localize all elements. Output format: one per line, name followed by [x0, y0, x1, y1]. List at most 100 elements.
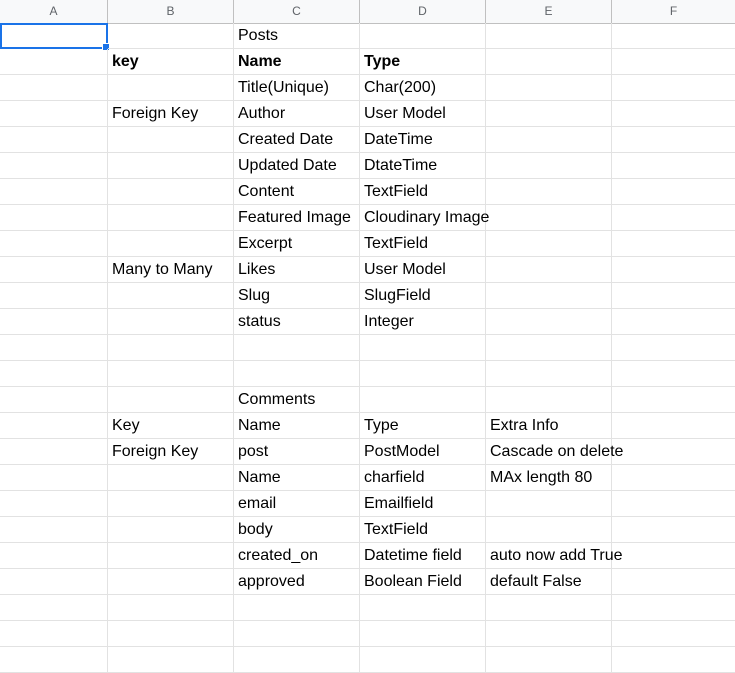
cell-c15[interactable]: Comments — [234, 387, 360, 413]
cell-a25[interactable] — [0, 647, 108, 673]
cell-b22[interactable] — [108, 569, 234, 595]
cell-c2[interactable]: Name — [234, 49, 360, 75]
cell-c11[interactable]: Slug — [234, 283, 360, 309]
cell-d24[interactable] — [360, 621, 486, 647]
cell-f7[interactable] — [612, 179, 735, 205]
cell-e23[interactable] — [486, 595, 612, 621]
cell-a10[interactable] — [0, 257, 108, 283]
cell-f18[interactable] — [612, 465, 735, 491]
cell-b11[interactable] — [108, 283, 234, 309]
cell-f3[interactable] — [612, 75, 735, 101]
cell-f23[interactable] — [612, 595, 735, 621]
cell-b9[interactable] — [108, 231, 234, 257]
cell-f2[interactable] — [612, 49, 735, 75]
cell-e16[interactable]: Extra Info — [486, 413, 612, 439]
column-header-b[interactable]: B — [108, 0, 234, 23]
cell-d8[interactable]: Cloudinary Image — [360, 205, 489, 231]
cell-f8[interactable] — [612, 205, 735, 231]
cell-e2[interactable] — [486, 49, 612, 75]
cell-c13[interactable] — [234, 335, 360, 361]
column-header-d[interactable]: D — [360, 0, 486, 23]
cell-f5[interactable] — [612, 127, 735, 153]
cell-a3[interactable] — [0, 75, 108, 101]
cell-a2[interactable] — [0, 49, 108, 75]
cell-b6[interactable] — [108, 153, 234, 179]
cell-b19[interactable] — [108, 491, 234, 517]
cell-e10[interactable] — [486, 257, 612, 283]
cell-e7[interactable] — [486, 179, 612, 205]
cell-f21[interactable] — [612, 543, 735, 569]
cell-d16[interactable]: Type — [360, 413, 486, 439]
cell-d21[interactable]: Datetime field — [360, 543, 486, 569]
cell-a4[interactable] — [0, 101, 108, 127]
cell-c16[interactable]: Name — [234, 413, 360, 439]
cell-c21[interactable]: created_on — [234, 543, 360, 569]
column-header-f[interactable]: F — [612, 0, 735, 23]
cell-b18[interactable] — [108, 465, 234, 491]
cell-a11[interactable] — [0, 283, 108, 309]
cell-d15[interactable] — [360, 387, 486, 413]
cell-a6[interactable] — [0, 153, 108, 179]
cell-f16[interactable] — [612, 413, 735, 439]
cell-f17[interactable] — [612, 439, 735, 465]
cell-e3[interactable] — [486, 75, 612, 101]
cell-f25[interactable] — [612, 647, 735, 673]
cell-f15[interactable] — [612, 387, 735, 413]
cell-f12[interactable] — [612, 309, 735, 335]
cell-b21[interactable] — [108, 543, 234, 569]
column-header-a[interactable]: A — [0, 0, 108, 23]
cell-e15[interactable] — [486, 387, 612, 413]
cell-b7[interactable] — [108, 179, 234, 205]
cell-d1[interactable] — [360, 23, 486, 49]
cell-f22[interactable] — [612, 569, 735, 595]
cell-a18[interactable] — [0, 465, 108, 491]
cell-e4[interactable] — [486, 101, 612, 127]
cell-e12[interactable] — [486, 309, 612, 335]
cell-e6[interactable] — [486, 153, 612, 179]
cell-c3[interactable]: Title(Unique) — [234, 75, 360, 101]
cell-d20[interactable]: TextField — [360, 517, 486, 543]
cell-b2[interactable]: key — [108, 49, 234, 75]
cell-b20[interactable] — [108, 517, 234, 543]
cell-a21[interactable] — [0, 543, 108, 569]
cell-e9[interactable] — [486, 231, 612, 257]
cell-a12[interactable] — [0, 309, 108, 335]
cell-b16[interactable]: Key — [108, 413, 234, 439]
cell-b3[interactable] — [108, 75, 234, 101]
cell-a5[interactable] — [0, 127, 108, 153]
cell-b1[interactable] — [108, 23, 234, 49]
cell-c25[interactable] — [234, 647, 360, 673]
cell-c22[interactable]: approved — [234, 569, 360, 595]
cell-f1[interactable] — [612, 23, 735, 49]
cell-f20[interactable] — [612, 517, 735, 543]
cell-e18[interactable]: MAx length 80 — [486, 465, 612, 491]
cell-d12[interactable]: Integer — [360, 309, 486, 335]
cell-e11[interactable] — [486, 283, 612, 309]
cell-a8[interactable] — [0, 205, 108, 231]
cell-b14[interactable] — [108, 361, 234, 387]
cell-b24[interactable] — [108, 621, 234, 647]
cell-b5[interactable] — [108, 127, 234, 153]
cell-e19[interactable] — [486, 491, 612, 517]
cell-c4[interactable]: Author — [234, 101, 360, 127]
cell-c19[interactable]: email — [234, 491, 360, 517]
cell-d23[interactable] — [360, 595, 486, 621]
cell-f6[interactable] — [612, 153, 735, 179]
cell-c7[interactable]: Content — [234, 179, 360, 205]
cell-c8[interactable]: Featured Image — [234, 205, 360, 231]
column-header-c[interactable]: C — [234, 0, 360, 23]
cell-e20[interactable] — [486, 517, 612, 543]
cell-a16[interactable] — [0, 413, 108, 439]
cell-c20[interactable]: body — [234, 517, 360, 543]
cell-c17[interactable]: post — [234, 439, 360, 465]
cell-a9[interactable] — [0, 231, 108, 257]
cell-f19[interactable] — [612, 491, 735, 517]
cell-f11[interactable] — [612, 283, 735, 309]
cell-f14[interactable] — [612, 361, 735, 387]
cell-d3[interactable]: Char(200) — [360, 75, 486, 101]
cell-f24[interactable] — [612, 621, 735, 647]
cell-c9[interactable]: Excerpt — [234, 231, 360, 257]
cell-a7[interactable] — [0, 179, 108, 205]
cell-b25[interactable] — [108, 647, 234, 673]
cell-d4[interactable]: User Model — [360, 101, 486, 127]
